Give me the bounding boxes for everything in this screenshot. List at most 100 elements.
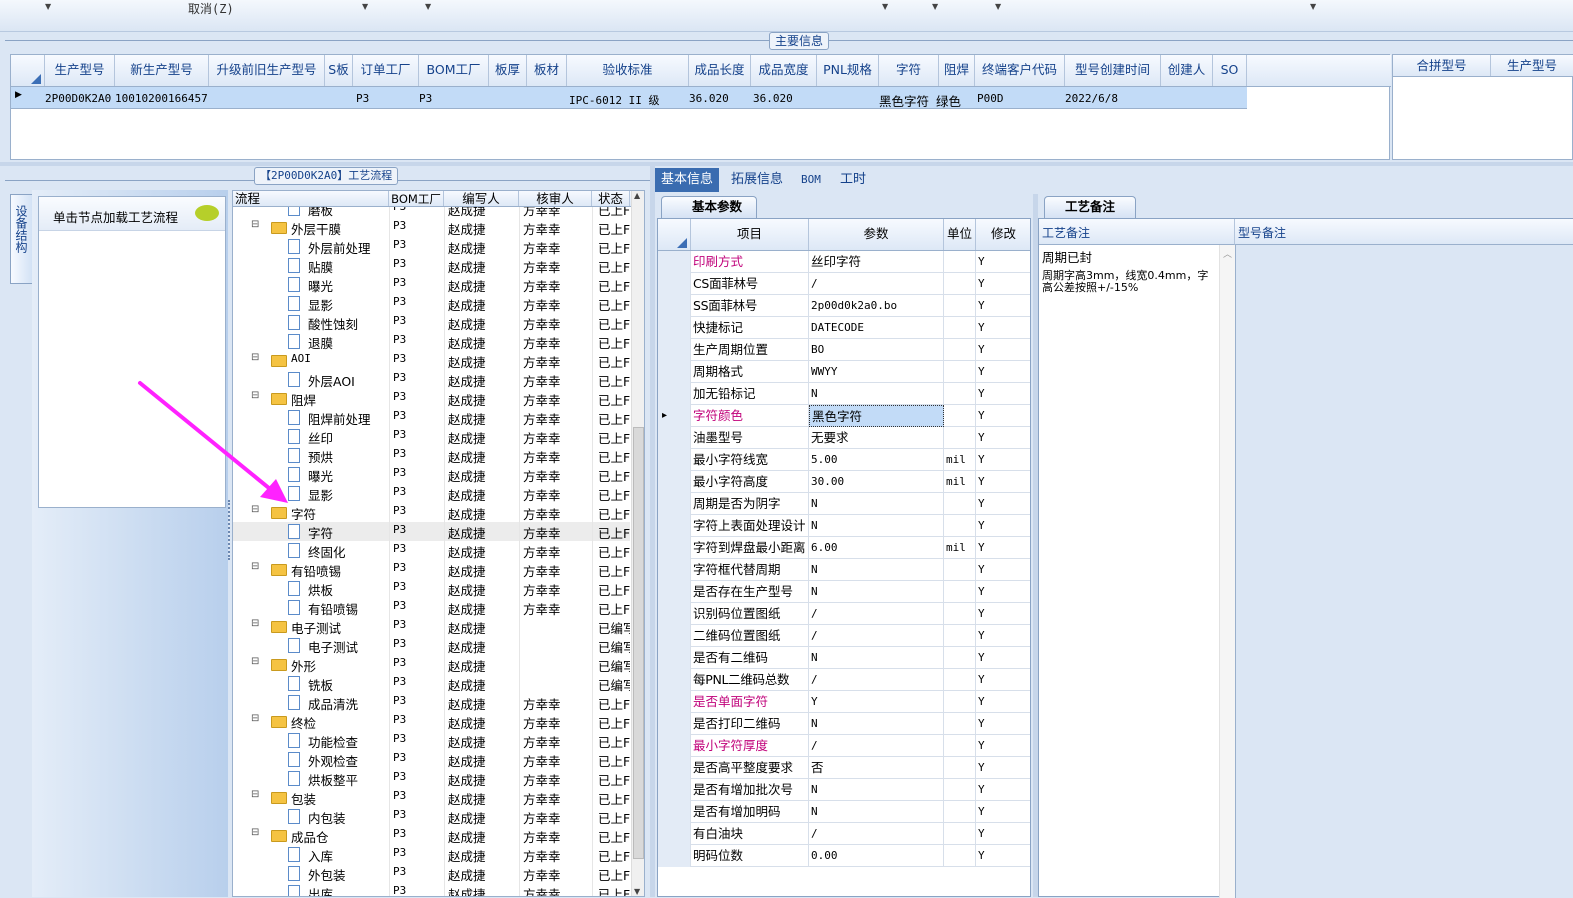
tree-leaf-node[interactable]: 退膜 P3 赵成捷 方幸幸 已上F: [233, 332, 630, 351]
param-row[interactable]: 最小字符厚度 / Y: [658, 735, 1030, 757]
collapse-icon[interactable]: ⊟: [251, 656, 259, 667]
row-indicator[interactable]: [658, 515, 691, 537]
dropdown-arrow-icon[interactable]: ▼: [932, 2, 938, 11]
col-header[interactable]: 成品长度: [689, 55, 751, 86]
param-value[interactable]: BO: [809, 339, 944, 361]
tree-folder-node[interactable]: ⊟ 外形 P3 赵成捷 已编写: [233, 655, 630, 674]
row-indicator[interactable]: [658, 559, 691, 581]
col-header[interactable]: 合拼型号: [1393, 55, 1491, 76]
col-header[interactable]: 订单工厂: [353, 55, 419, 86]
param-row[interactable]: 字符框代替周期 N Y: [658, 559, 1030, 581]
param-row[interactable]: 周期格式 WWYY Y: [658, 361, 1030, 383]
row-indicator[interactable]: [658, 757, 691, 779]
row-indicator[interactable]: [658, 779, 691, 801]
tree-folder-node[interactable]: ⊟ 有铅喷锡 P3 赵成捷 方幸幸 已上F: [233, 560, 630, 579]
tree-scrollbar[interactable]: ▲ ▼: [631, 191, 644, 896]
tree-leaf-node[interactable]: 入库 P3 赵成捷 方幸幸 已上F: [233, 845, 630, 864]
param-value[interactable]: /: [809, 625, 944, 647]
col-header[interactable]: 字符: [879, 55, 939, 86]
model-remark-area[interactable]: [1235, 245, 1573, 898]
param-value[interactable]: 无要求: [809, 427, 944, 449]
col-header[interactable]: S板: [325, 55, 353, 86]
corner-cell[interactable]: [11, 55, 45, 86]
param-row[interactable]: ▸ 字符颜色 黑色字符 Y: [658, 405, 1030, 427]
tree-leaf-node[interactable]: 曝光 P3 赵成捷 方幸幸 已上F: [233, 275, 630, 294]
col-header[interactable]: 流程: [233, 191, 389, 206]
row-indicator[interactable]: [658, 625, 691, 647]
col-header[interactable]: 状态: [592, 191, 630, 206]
param-value[interactable]: N: [809, 713, 944, 735]
row-indicator[interactable]: [658, 471, 691, 493]
param-row[interactable]: 印刷方式 丝印字符 Y: [658, 251, 1030, 273]
col-header[interactable]: 创建人: [1161, 55, 1213, 86]
row-indicator[interactable]: [658, 713, 691, 735]
tree-leaf-node[interactable]: 外层前处理 P3 赵成捷 方幸幸 已上F: [233, 237, 630, 256]
row-indicator[interactable]: [658, 603, 691, 625]
row-indicator[interactable]: [658, 647, 691, 669]
param-row[interactable]: 是否存在生产型号 N Y: [658, 581, 1030, 603]
cell-standard[interactable]: IPC-6012 II 级: [569, 92, 659, 108]
param-row[interactable]: 油墨型号 无要求 Y: [658, 427, 1030, 449]
collapse-icon[interactable]: ⊟: [251, 352, 259, 363]
tab-extended-info[interactable]: 拓展信息: [725, 168, 789, 192]
remark-scrollbar[interactable]: ︿: [1219, 245, 1235, 898]
row-indicator[interactable]: [658, 537, 691, 559]
param-value[interactable]: /: [809, 603, 944, 625]
param-row[interactable]: 字符上表面处理设计 N Y: [658, 515, 1030, 537]
param-value[interactable]: N: [809, 515, 944, 537]
row-indicator[interactable]: [658, 273, 691, 295]
remarks-title[interactable]: 工艺备注: [1044, 196, 1136, 218]
col-header[interactable]: 修改: [976, 219, 1030, 250]
param-value[interactable]: /: [809, 669, 944, 691]
param-value[interactable]: 否: [809, 757, 944, 779]
param-row[interactable]: 是否单面字符 Y Y: [658, 691, 1030, 713]
cell-created[interactable]: 2022/6/8: [1065, 92, 1118, 105]
tab-bom[interactable]: BOM: [795, 168, 827, 192]
tree-folder-node[interactable]: ⊟ AOI P3 赵成捷 方幸幸 已上F: [233, 351, 630, 370]
param-value[interactable]: N: [809, 581, 944, 603]
param-value[interactable]: /: [809, 735, 944, 757]
row-indicator[interactable]: ▸: [658, 405, 691, 427]
row-indicator[interactable]: [658, 823, 691, 845]
row-indicator[interactable]: [658, 845, 691, 867]
param-row[interactable]: 周期是否为阴字 N Y: [658, 493, 1030, 515]
collapse-icon[interactable]: ⊟: [251, 219, 259, 230]
tree-leaf-node[interactable]: 功能检查 P3 赵成捷 方幸幸 已上F: [233, 731, 630, 750]
tree-leaf-node[interactable]: 终固化 P3 赵成捷 方幸幸 已上F: [233, 541, 630, 560]
collapse-icon[interactable]: ⊟: [251, 618, 259, 629]
tree-folder-node[interactable]: ⊟ 成品仓 P3 赵成捷 方幸幸 已上F: [233, 826, 630, 845]
dropdown-arrow-icon[interactable]: ▼: [45, 2, 51, 11]
param-value[interactable]: N: [809, 801, 944, 823]
col-header[interactable]: PNL规格: [817, 55, 879, 86]
col-header[interactable]: 验收标准: [567, 55, 689, 86]
tree-leaf-node[interactable]: 外包装 P3 赵成捷 方幸幸 已上F: [233, 864, 630, 883]
param-row[interactable]: CS面菲林号 / Y: [658, 273, 1030, 295]
tree-leaf-node[interactable]: 出库 P3 赵成捷 方幸幸 已上F: [233, 883, 630, 896]
tree-leaf-node[interactable]: 内包装 P3 赵成捷 方幸幸 已上F: [233, 807, 630, 826]
basic-params-title[interactable]: 基本参数: [661, 196, 757, 218]
tree-folder-node[interactable]: ⊟ 终检 P3 赵成捷 方幸幸 已上F: [233, 712, 630, 731]
dropdown-arrow-icon[interactable]: ▼: [882, 2, 888, 11]
param-value[interactable]: N: [809, 779, 944, 801]
param-row[interactable]: 是否打印二维码 N Y: [658, 713, 1030, 735]
tree-leaf-node[interactable]: 电子测试 P3 赵成捷 已编写: [233, 636, 630, 655]
corner-cell[interactable]: [658, 219, 691, 250]
tree-leaf-node[interactable]: 显影 P3 赵成捷 方幸幸 已上F: [233, 294, 630, 313]
param-row[interactable]: 最小字符线宽 5.00 mil Y: [658, 449, 1030, 471]
col-header[interactable]: 阻焊: [939, 55, 975, 86]
cell-length[interactable]: 36.020: [689, 92, 729, 105]
row-indicator[interactable]: [658, 383, 691, 405]
tree-leaf-node[interactable]: 字符 P3 赵成捷 方幸幸 已上F: [233, 522, 630, 541]
param-row[interactable]: 有白油块 / Y: [658, 823, 1030, 845]
row-indicator[interactable]: [658, 251, 691, 273]
param-value[interactable]: 6.00: [809, 537, 944, 559]
cell-solder[interactable]: 绿色: [936, 91, 961, 110]
tree-leaf-node[interactable]: 成品清洗 P3 赵成捷 方幸幸 已上F: [233, 693, 630, 712]
param-value[interactable]: N: [809, 383, 944, 405]
col-header[interactable]: 核审人: [519, 191, 592, 206]
param-row[interactable]: 识别码位置图纸 / Y: [658, 603, 1030, 625]
row-indicator[interactable]: [658, 449, 691, 471]
tree-leaf-node[interactable]: 磨板P3赵成捷方幸幸已上F: [233, 207, 630, 218]
dropdown-arrow-icon[interactable]: ▼: [425, 2, 431, 11]
cell-prod-model[interactable]: 2P00D0K2A0: [45, 92, 111, 105]
